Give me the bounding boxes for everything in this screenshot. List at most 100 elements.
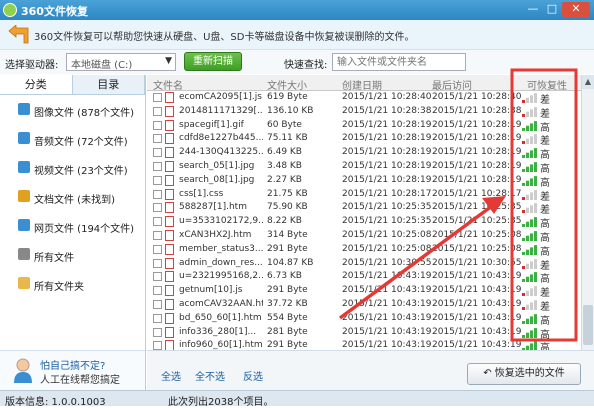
cell-created: 2015/1/21 10:25:35 [342,202,432,213]
cell-created: 2015/1/21 10:28:19 [342,174,432,185]
tab-directory[interactable]: 目录 [72,75,145,94]
cell-size: 554 Byte [267,312,308,323]
close-button[interactable]: ✕ [562,2,590,17]
header-created[interactable]: 创建日期 [342,77,382,92]
help-question[interactable]: 怕自己搞不定? [40,357,105,372]
sidebar-category-1[interactable]: 音频文件 (72个文件) [0,124,145,153]
row-checkbox[interactable] [153,230,162,240]
table-row[interactable]: acomCAV32AAN.htm 37.72 KB 2015/1/21 10:43:… [147,298,581,313]
scroll-thumb[interactable] [583,305,593,345]
table-row[interactable]: 588287[1].htm 75.90 KB 2015/1/21 10:25:35 2… [147,201,581,216]
sidebar-category-2[interactable]: 视频文件 (23个文件) [0,153,145,182]
drive-select-value: 本地磁盘 (C:) [71,60,133,71]
row-checkbox[interactable] [153,148,162,158]
row-checkbox[interactable] [153,106,162,116]
minimize-button[interactable]: — [524,2,542,17]
header-recoverability[interactable]: 可恢复性 [527,77,567,92]
cell-name: 244-130Q413225... [179,147,263,158]
cell-recoverability: 高 [540,219,550,231]
cell-created: 2015/1/21 10:25:35 [342,216,432,227]
row-checkbox[interactable] [153,299,162,309]
cell-name: 2014811171329[... [179,105,263,116]
sidebar-category-label: 文档文件 (未找到) [34,195,115,206]
table-row[interactable]: admin_down_res... 104.87 KB 2015/1/21 10:3… [147,257,581,272]
maximize-button[interactable]: □ [543,2,561,17]
drive-select[interactable]: 本地磁盘 (C:) ▼ [66,53,176,71]
table-row[interactable]: member_status3... 291 Byte 2015/1/21 10:25… [147,243,581,258]
row-checkbox[interactable] [153,327,162,337]
table-row[interactable]: 244-130Q413225... 6.49 KB 2015/1/21 10:28:… [147,146,581,161]
cell-recoverability: 高 [540,163,550,175]
cell-accessed: 2015/1/21 10:43:19 [432,312,522,323]
cell-accessed: 2015/1/21 10:28:19 [432,119,522,130]
row-checkbox[interactable] [153,175,162,185]
sidebar-category-4[interactable]: 网页文件 (194个文件) [0,211,145,240]
return-arrow-icon[interactable] [8,25,30,45]
deleted-file-icon [165,285,174,297]
sidebar-category-6[interactable]: 所有文件夹 [0,269,145,298]
table-row[interactable]: info960_60[1].htm 291 Byte 2015/1/21 10:43… [147,339,581,350]
deleted-file-icon [165,188,174,200]
table-row[interactable]: ecomCA2095[1].js 619 Byte 2015/1/21 10:28:… [147,91,581,106]
row-checkbox[interactable] [153,120,162,130]
info-banner: 360文件恢复可以帮助您快速从硬盘、U盘、SD卡等磁盘设备中恢复被误删除的文件。 [0,20,594,50]
cell-recoverability: 差 [540,301,550,313]
table-row[interactable]: css[1].css 21.75 KB 2015/1/21 10:28:17 2015… [147,188,581,203]
row-checkbox[interactable] [153,203,162,213]
row-checkbox[interactable] [153,341,162,350]
header-size[interactable]: 文件大小 [267,77,307,92]
help-panel[interactable]: 怕自己搞不定? 人工在线帮您搞定 [0,350,145,390]
sidebar-category-3[interactable]: 文档文件 (未找到) [0,182,145,211]
row-checkbox[interactable] [153,244,162,254]
table-row[interactable]: spacegif[1].gif 60 Byte 2015/1/21 10:28:19… [147,119,581,134]
cell-accessed: 2015/1/21 10:28:19 [432,174,522,185]
table-row[interactable]: u=3533102172,9... 8.22 KB 2015/1/21 10:25:… [147,215,581,231]
deleted-file-icon [165,243,174,255]
vertical-scrollbar[interactable]: ▲ [581,75,594,350]
window-title: 360文件恢复 [21,5,88,18]
cell-accessed: 2015/1/21 10:43:19 [432,340,522,350]
table-row[interactable]: cdfd8e1227b445... 75.11 KB 2015/1/21 10:28… [147,132,581,147]
table-row[interactable]: search_08[1].jpg 2.27 KB 2015/1/21 10:28:1… [147,174,581,189]
search-input[interactable] [332,53,466,71]
cell-name: admin_down_res... [179,257,263,268]
cell-name: bd_650_60[1].htm [179,312,262,323]
select-none-link[interactable]: 全不选 [195,368,225,383]
row-checkbox[interactable] [153,189,162,199]
header-accessed[interactable]: 最后访问 [432,77,472,92]
table-row[interactable]: getnum[10].js 291 Byte 2015/1/21 10:43:19 2… [147,284,581,299]
header-name[interactable]: 文件名 [153,77,183,92]
sidebar-category-0[interactable]: 图像文件 (878个文件) [0,95,145,124]
cell-accessed: 2015/1/21 10:43:19 [432,271,522,282]
deleted-file-icon [165,229,174,241]
table-row[interactable]: info336_280[1]... 281 Byte 2015/1/21 10:43… [147,326,581,341]
signal-strength-icon [522,313,537,324]
rescan-button[interactable]: 重新扫描 [184,52,242,71]
row-checkbox[interactable] [153,217,162,227]
row-checkbox[interactable] [153,272,162,282]
cell-recoverability: 高 [540,315,550,327]
sidebar-category-5[interactable]: 所有文件 [0,240,145,269]
cell-name: search_05[1].jpg [179,160,255,171]
invert-selection-link[interactable]: 反选 [243,368,263,383]
row-checkbox[interactable] [153,134,162,144]
table-row[interactable]: 2014811171329[... 136.10 KB 2015/1/21 10:2… [147,105,581,120]
scroll-up-icon[interactable]: ▲ [582,75,594,89]
deleted-file-icon [165,298,174,310]
row-checkbox[interactable] [153,313,162,323]
table-row[interactable]: xCAN3HX2J.htm 314 Byte 2015/1/21 10:25:08 2… [147,229,581,244]
table-row[interactable]: u=2321995168,2... 6.73 KB 2015/1/21 10:43:… [147,270,581,285]
table-row[interactable]: search_05[1].jpg 3.48 KB 2015/1/21 10:28:1… [147,160,581,175]
table-row[interactable]: bd_650_60[1].htm 554 Byte 2015/1/21 10:43:… [147,312,581,327]
select-all-link[interactable]: 全选 [161,368,181,383]
tab-category[interactable]: 分类 [0,75,73,94]
row-checkbox[interactable] [153,258,162,268]
title-bar: 360文件恢复 — □ ✕ [0,0,594,20]
cell-created: 2015/1/21 10:43:19 [342,340,432,350]
signal-strength-icon [522,217,537,228]
row-checkbox[interactable] [153,286,162,296]
recover-selected-button[interactable]: ↶ 恢复选中的文件 [467,363,581,385]
row-checkbox[interactable] [153,93,162,102]
row-checkbox[interactable] [153,161,162,171]
sidebar-category-label: 图像文件 (878个文件) [34,108,135,119]
